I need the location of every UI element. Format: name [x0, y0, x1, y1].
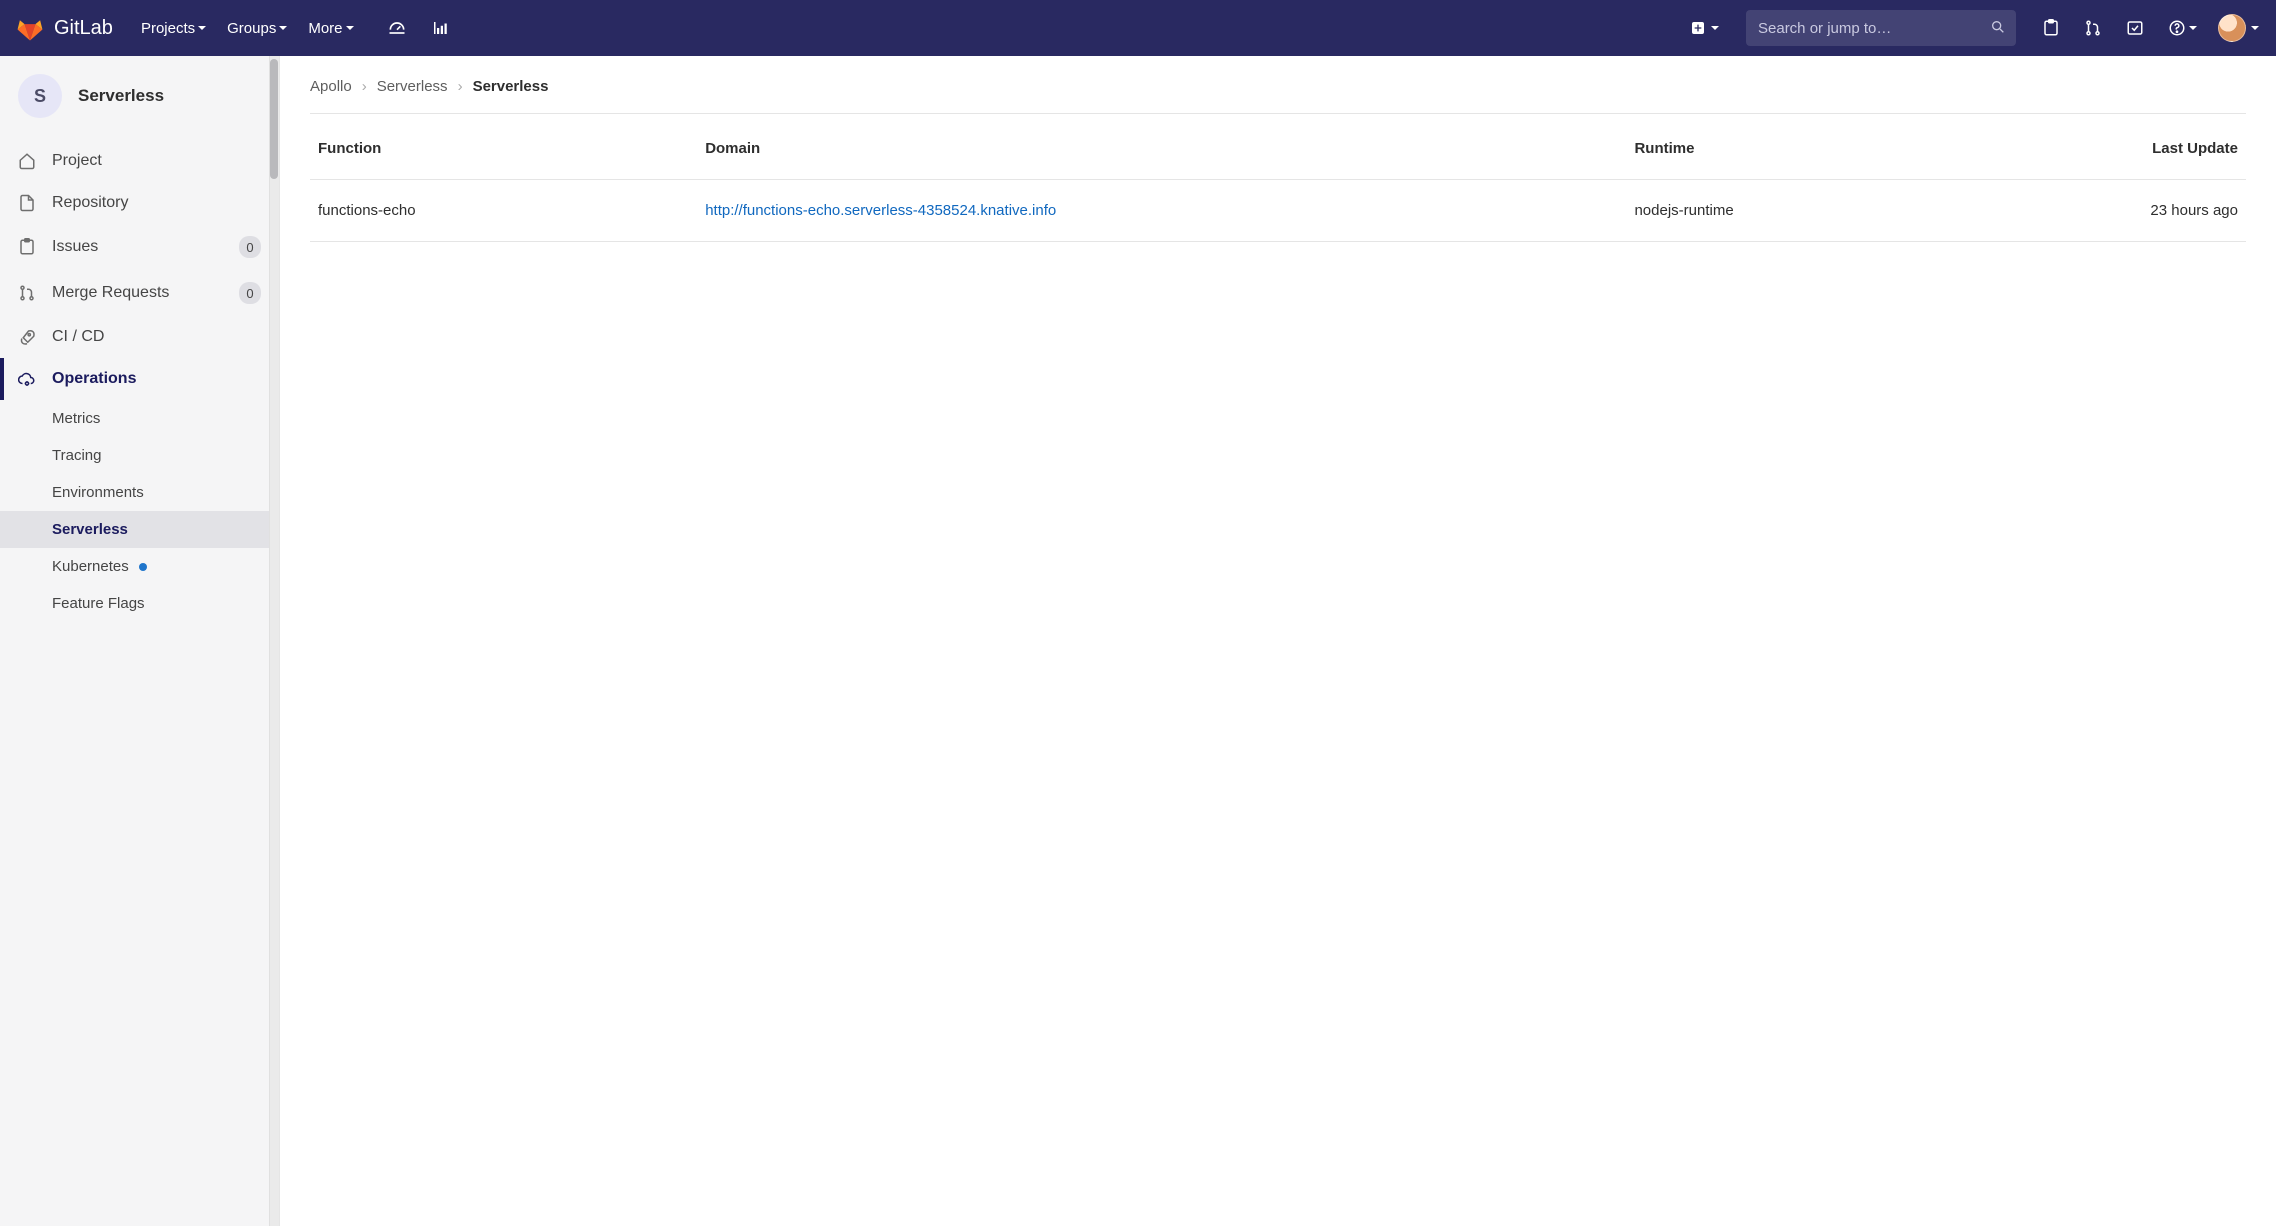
functions-table: Function Domain Runtime Last Update func… [310, 118, 2246, 242]
sidebar-item-label: Issues [52, 238, 98, 256]
nav-projects[interactable]: Projects [141, 20, 207, 37]
table-row[interactable]: functions-echo http://functions-echo.ser… [310, 180, 2246, 242]
file-icon [18, 194, 38, 212]
sidebar-item-repository[interactable]: Repository [0, 182, 279, 224]
search-icon [1990, 19, 2006, 38]
sidebar-item-label: Project [52, 152, 102, 170]
chevron-right-icon: › [458, 78, 463, 95]
col-runtime: Runtime [1626, 118, 1974, 180]
nav-groups[interactable]: Groups [227, 20, 288, 37]
col-function: Function [310, 118, 697, 180]
chevron-right-icon: › [362, 78, 367, 95]
cell-runtime: nodejs-runtime [1626, 180, 1974, 242]
dashboard-icon[interactable] [381, 12, 413, 44]
col-updated: Last Update [1975, 118, 2246, 180]
avatar [2218, 14, 2246, 42]
cloud-gear-icon [18, 370, 38, 388]
gitlab-logo-icon [16, 14, 44, 42]
col-domain: Domain [697, 118, 1626, 180]
project-title: Serverless [78, 86, 164, 106]
brand-name: GitLab [54, 17, 113, 40]
brand[interactable]: GitLab [16, 14, 113, 42]
cell-domain: http://functions-echo.serverless-4358524… [697, 180, 1626, 242]
project-avatar: S [18, 74, 62, 118]
project-sidebar: S Serverless Project Repository Issues 0… [0, 56, 280, 1226]
sidebar-item-project[interactable]: Project [0, 140, 279, 182]
sidebar-scrollbar-thumb[interactable] [270, 59, 278, 179]
issues-count-badge: 0 [239, 236, 261, 258]
analytics-icon[interactable] [425, 13, 455, 43]
todos-icon[interactable] [2120, 13, 2150, 43]
mr-count-badge: 0 [239, 282, 261, 304]
sidebar-item-label: Operations [52, 370, 136, 388]
sidebar-item-merge-requests[interactable]: Merge Requests 0 [0, 270, 279, 316]
global-header: GitLab Projects Groups More [0, 0, 2276, 56]
breadcrumb-current: Serverless [473, 78, 549, 95]
cell-function: functions-echo [310, 180, 697, 242]
status-dot-icon [139, 563, 147, 571]
sidebar-item-label: CI / CD [52, 328, 104, 346]
merge-icon [18, 284, 38, 302]
project-header[interactable]: S Serverless [0, 56, 279, 140]
sidebar-item-operations[interactable]: Operations [0, 358, 279, 400]
sidebar-sub-serverless[interactable]: Serverless [0, 511, 279, 548]
sidebar-scrollbar[interactable] [269, 56, 279, 1226]
breadcrumb-item[interactable]: Serverless [377, 78, 448, 95]
sidebar-sub-feature-flags[interactable]: Feature Flags [52, 585, 279, 622]
main-content: Apollo › Serverless › Serverless Functio… [280, 56, 2276, 1226]
operations-submenu: Metrics Tracing Environments Serverless … [0, 400, 279, 622]
sidebar-item-label: Merge Requests [52, 284, 169, 302]
breadcrumb: Apollo › Serverless › Serverless [310, 78, 2246, 114]
issues-icon [18, 238, 38, 256]
rocket-icon [18, 328, 38, 346]
user-menu[interactable] [2218, 14, 2260, 42]
sidebar-item-label: Repository [52, 194, 128, 212]
global-search[interactable] [1746, 10, 2016, 46]
breadcrumb-item[interactable]: Apollo [310, 78, 352, 95]
sidebar-sub-tracing[interactable]: Tracing [52, 437, 279, 474]
nav-more[interactable]: More [308, 20, 354, 37]
domain-link[interactable]: http://functions-echo.serverless-4358524… [705, 202, 1056, 219]
sidebar-item-issues[interactable]: Issues 0 [0, 224, 279, 270]
merge-requests-shortcut-icon[interactable] [2078, 13, 2108, 43]
search-input[interactable] [1756, 19, 1990, 38]
create-dropdown[interactable] [1684, 14, 1726, 42]
sidebar-sub-environments[interactable]: Environments [52, 474, 279, 511]
sidebar-sub-metrics[interactable]: Metrics [52, 400, 279, 437]
help-dropdown[interactable] [2162, 13, 2204, 43]
sidebar-item-cicd[interactable]: CI / CD [0, 316, 279, 358]
cell-updated: 23 hours ago [1975, 180, 2246, 242]
home-icon [18, 152, 38, 170]
issues-shortcut-icon[interactable] [2036, 13, 2066, 43]
sidebar-sub-kubernetes[interactable]: Kubernetes [52, 548, 279, 585]
